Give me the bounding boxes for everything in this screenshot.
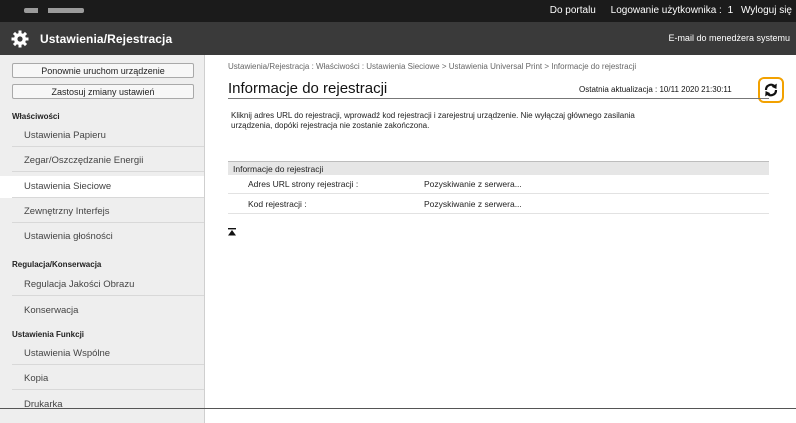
apply-settings-button[interactable]: Zastosuj zmiany ustawień [12,84,194,99]
sidebar-item-network[interactable]: Ustawienia Sieciowe [0,176,204,198]
title-bar: Ustawienia/Rejestracja E-mail do menedże… [0,22,796,55]
sidebar-item-label: Ustawienia Wspólne [24,348,111,359]
table-row: Adres URL strony rejestracji : Pozyskiwa… [228,179,769,194]
sidebar-item-paper[interactable]: Ustawienia Papieru [0,125,204,147]
sidebar: Ponownie uruchom urządzenie Zastosuj zmi… [0,55,205,423]
title-divider [228,98,769,99]
sidebar-item-label: Ustawienia Sieciowe [24,181,112,192]
description-text: Kliknij adres URL do rejestracji, wprowa… [231,111,635,130]
sidebar-item-label: Zewnętrzny Interfejs [24,206,110,217]
login-user-label: Logowanie użytkownika : [610,5,722,16]
row-label: Adres URL strony rejestracji : [248,179,359,189]
row-value: Pozyskiwanie z serwera... [424,199,522,209]
sidebar-item-volume[interactable]: Ustawienia głośności [0,226,204,248]
last-update-label: Ostatnia aktualizacja : 10/11 2020 21:30… [579,85,732,94]
sidebar-item-timer-energy[interactable]: Zegar/Oszczędzanie Energii [0,150,204,172]
sidebar-item-label: Kopia [24,373,49,384]
sidebar-item-label: Zegar/Oszczędzanie Energii [24,155,144,166]
row-label: Kod rejestracji : [248,199,307,209]
top-bar: Do portalu Logowanie użytkownika : 1 Wyl… [0,0,796,22]
sidebar-item-label: Ustawienia Papieru [24,130,106,141]
sidebar-item-copy[interactable]: Kopia [0,368,204,390]
sidebar-item-common[interactable]: Ustawienia Wspólne [0,343,204,365]
sidebar-item-label: Regulacja Jakości Obrazu [24,279,135,290]
sidebar-section-regulacja: Regulacja/Konserwacja [12,260,102,269]
gear-icon [11,30,29,48]
login-user-number: 1 [727,5,734,16]
sidebar-item-maintenance[interactable]: Konserwacja [0,300,204,322]
sidebar-section-wlasciwosci: Właściwości [12,112,60,121]
footer-divider [0,408,796,409]
portal-link[interactable]: Do portalu [550,5,596,16]
brand-logo [24,8,84,13]
page-title: Informacje do rejestracji [228,80,388,97]
table-row: Kod rejestracji : Pozyskiwanie z serwera… [228,199,769,214]
logout-link[interactable]: Wyloguj się [741,5,792,16]
row-value: Pozyskiwanie z serwera... [424,179,522,189]
restart-device-button[interactable]: Ponownie uruchom urządzenie [12,63,194,78]
refresh-button[interactable] [758,77,784,103]
top-links: Do portalu Logowanie użytkownika : 1 Wyl… [538,5,792,16]
sidebar-item-printer[interactable]: Drukarka [0,394,204,416]
sidebar-item-image-quality[interactable]: Regulacja Jakości Obrazu [0,274,204,296]
sidebar-item-external-interface[interactable]: Zewnętrzny Interfejs [0,201,204,223]
section-header: Informacje do rejestracji [228,161,769,175]
brand-logo-gap [38,8,48,13]
breadcrumb[interactable]: Ustawienia/Rejestracja : Właściwości : U… [228,62,636,71]
sidebar-item-label: Konserwacja [24,305,79,316]
app-title: Ustawienia/Rejestracja [40,32,173,46]
go-to-top-icon[interactable] [228,228,236,236]
email-admin-link[interactable]: E-mail do menedżera systemu [668,33,790,43]
sidebar-item-label: Ustawienia głośności [24,231,113,242]
sidebar-section-funkcji: Ustawienia Funkcji [12,330,85,339]
main-content: Ustawienia/Rejestracja : Właściwości : U… [206,55,796,423]
